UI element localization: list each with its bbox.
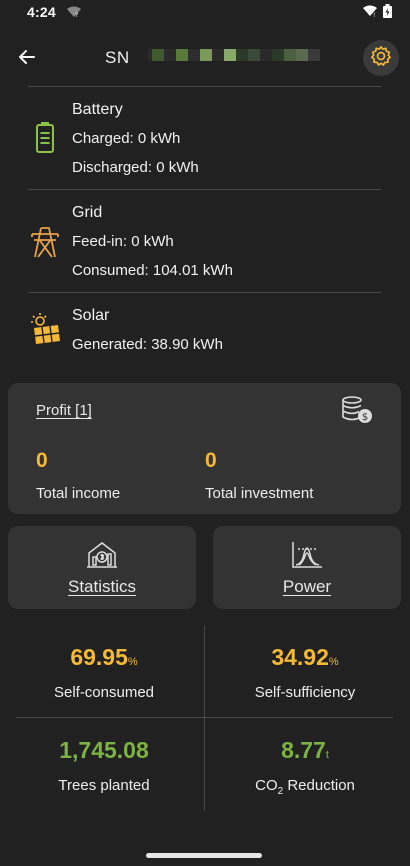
svg-text:$: $ xyxy=(362,412,368,423)
co2-reduction-label: CO2 Reduction xyxy=(255,777,355,797)
battery-device-icon xyxy=(28,120,62,154)
total-investment-label: Total investment xyxy=(205,485,314,502)
divider xyxy=(28,189,381,190)
statistics-icon xyxy=(85,540,119,570)
profit-card: Profit [1] $ 0 Total income 0 Total inve… xyxy=(8,383,401,514)
battery-discharged: Discharged: 0 kWh xyxy=(72,159,199,176)
total-income-value: 0 xyxy=(36,449,48,472)
stats-divider-vertical xyxy=(204,626,205,811)
self-consumed-value: 69.95 xyxy=(70,644,128,670)
statistics-label: Statistics xyxy=(67,577,137,596)
divider xyxy=(28,86,381,87)
power-label: Power xyxy=(282,577,332,596)
solar-title: Solar xyxy=(72,307,110,324)
settings-button[interactable] xyxy=(363,40,399,76)
self-sufficiency-stat: 34.92% Self-sufficiency xyxy=(211,644,399,701)
self-consumed-stat: 69.95% Self-consumed xyxy=(10,644,198,701)
battery-title: Battery xyxy=(72,101,123,118)
statistics-button[interactable]: Statistics xyxy=(8,526,196,609)
coins-icon: $ xyxy=(340,395,374,425)
status-bar: 4:24 ? ! xyxy=(0,0,410,24)
grid-tower-icon xyxy=(28,225,62,259)
trees-planted-label: Trees planted xyxy=(58,777,150,794)
self-sufficiency-value: 34.92 xyxy=(271,644,329,670)
total-income-label: Total income xyxy=(36,485,121,502)
trees-planted-value: 1,745.08 xyxy=(59,737,149,763)
divider xyxy=(28,292,381,293)
status-time: 4:24 xyxy=(27,4,56,20)
svg-text:!: ! xyxy=(373,12,375,17)
solar-generated: Generated: 38.90 kWh xyxy=(72,336,223,353)
self-sufficiency-label: Self-sufficiency xyxy=(254,684,356,701)
power-button[interactable]: Power xyxy=(213,526,401,609)
back-arrow-icon[interactable] xyxy=(16,46,38,68)
grid-title: Grid xyxy=(72,204,103,221)
svg-text:?: ? xyxy=(75,12,78,18)
signal-icon: ! xyxy=(363,4,377,20)
co2-reduction-unit: t xyxy=(325,749,329,761)
self-consumed-unit: % xyxy=(127,656,138,668)
trees-planted-stat: 1,745.08 Trees planted xyxy=(10,737,198,794)
self-sufficiency-unit: % xyxy=(328,656,339,668)
serial-number-redacted xyxy=(148,49,320,61)
settings-gear-icon xyxy=(370,45,392,72)
self-consumed-label: Self-consumed xyxy=(53,684,155,701)
co2-reduction-stat: 8.77t CO2 Reduction xyxy=(211,737,399,797)
co2-reduction-value: 8.77 xyxy=(281,737,326,763)
battery-icon xyxy=(383,3,392,21)
grid-consumed: Consumed: 104.01 kWh xyxy=(72,262,233,279)
header: SN xyxy=(0,36,410,78)
solar-panel-icon xyxy=(28,312,62,346)
profit-title-link[interactable]: Profit [1] xyxy=(36,402,92,419)
grid-feed-in: Feed-in: 0 kWh xyxy=(72,233,174,250)
serial-number-label: SN xyxy=(105,48,130,67)
wifi-icon: ? xyxy=(66,6,82,18)
power-curve-icon xyxy=(290,540,324,570)
stats-divider-horizontal xyxy=(16,717,393,718)
home-indicator[interactable] xyxy=(146,853,262,858)
total-investment-value: 0 xyxy=(205,449,217,472)
battery-charged: Charged: 0 kWh xyxy=(72,130,181,147)
